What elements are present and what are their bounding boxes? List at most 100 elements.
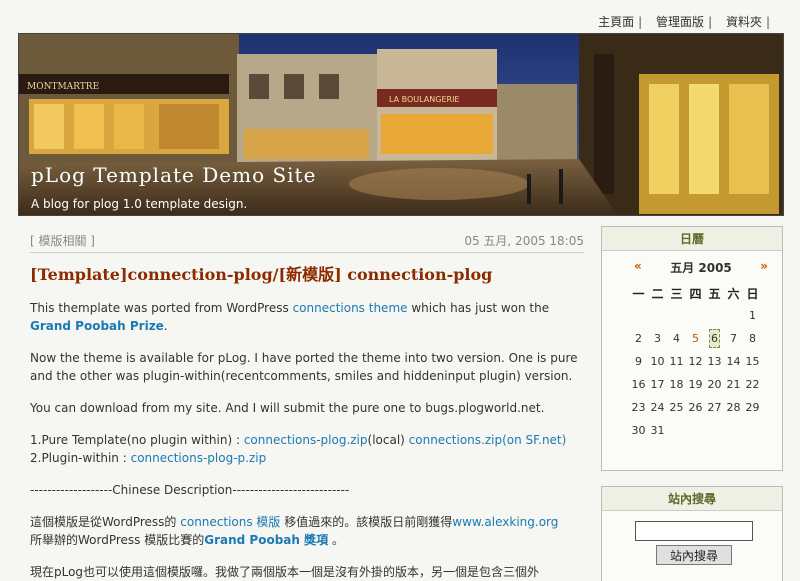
weekday-header: 六 [727,286,740,301]
post-paragraph: 1.Pure Template(no plugin within) : conn… [30,431,584,467]
text: . [163,319,168,333]
calendar-day: 30 [631,424,646,437]
nav-admin-link[interactable]: 管理面版 [656,15,704,29]
calendar-day: 14 [726,355,741,368]
search-widget: 站內搜尋 站內搜尋 [601,486,783,581]
calendar-day[interactable]: 6 [705,327,724,350]
calendar-day: 21 [726,378,741,391]
site-description: A blog for plog 1.0 template design. [31,197,248,211]
alexking-link[interactable]: www.alexking.org [452,515,558,529]
post-title[interactable]: [Template]connection-plog/[新模版] connecti… [30,261,584,285]
calendar-day: 1 [749,309,756,322]
weekday-header: 五 [708,286,721,301]
calendar-day: 18 [669,378,684,391]
text: 1.Pure Template(no plugin within) : [30,433,244,447]
calendar-empty-cell [686,304,705,327]
search-button[interactable]: 站內搜尋 [656,545,732,565]
shop-sign-right: LA BOULANGERIE [389,95,459,104]
post-paragraph: 這個模版是從WordPress的 connections 模版 移值過來的。該模… [30,513,584,549]
calendar-empty-cell [724,304,743,327]
calendar-empty-cell [686,419,705,442]
text: 所舉辦的WordPress 模版比賽的 [30,533,205,547]
calendar-day: 7 [730,332,737,345]
calendar-day: 15 [745,355,760,368]
calendar-week: 23 24 25 26 27 28 29 [629,396,762,419]
calendar-day: 19 [688,378,703,391]
text: 這個模版是從WordPress的 [30,515,181,529]
calendar-day: 12 [688,355,703,368]
calendar-day: 27 [707,401,722,414]
calendar-empty-cell [724,419,743,442]
calendar-day: 4 [673,332,680,345]
header-banner: MONTMARTRE LA BOULANGERIE pLog Template … [18,33,784,216]
post-paragraph: Now the theme is available for pLog. I h… [30,351,578,383]
site-title[interactable]: pLog Template Demo Site [31,163,316,187]
calendar-day: 20 [707,378,722,391]
nav-home-link[interactable]: 主頁面 [598,15,634,29]
text: This themplate was ported from WordPress [30,301,293,315]
top-navigation: 主頁面 | 管理面版 | 資料夾 | [598,13,780,30]
calendar-day: 2 [635,332,642,345]
connections-template-link[interactable]: connections 模版 [180,515,280,529]
calendar-day: 11 [669,355,684,368]
text: (local) [367,433,409,447]
calendar-empty-cell [648,304,667,327]
connections-zip-sf-link[interactable]: connections.zip(on SF.net) [409,433,567,447]
weekday-header: 四 [689,286,702,301]
calendar-day[interactable]: 5 [686,327,705,350]
nav-separator: | [765,15,770,29]
calendar-month-nav: « 五月 2005 » [602,251,782,276]
text: 移值過來的。該模版日前剛獲得 [280,515,453,529]
calendar-day: 8 [749,332,756,345]
connections-theme-link[interactable]: connections theme [293,301,408,315]
nav-separator: | [638,15,643,29]
calendar-empty-cell [667,304,686,327]
prev-month-button[interactable]: « [634,259,642,276]
weekday-header: 三 [670,286,683,301]
banner-photo: MONTMARTRE LA BOULANGERIE [19,34,783,215]
calendar-day: 9 [635,355,642,368]
nav-archives-link[interactable]: 資料夾 [726,15,762,29]
post-paragraph: You can download from my site. And I wil… [30,401,545,415]
calendar-grid: 一二三四五六日 1 2 3 4 5 6 7 8 9 10 11 12 13 14 15 16 17 18 19 20 2… [629,282,762,442]
post-category[interactable]: [ 模版相關 ] [30,232,95,249]
calendar-day: 22 [745,378,760,391]
calendar-empty-cell [629,304,648,327]
weekday-header: 一 [632,286,645,301]
calendar-week: 1 [629,304,762,327]
post-paragraph: 現在pLog也可以使用這個模版囉。我做了兩個版本一個是沒有外掛的版本，另一個是包… [30,565,540,579]
calendar-month: 五月 2005 [670,261,732,275]
calendar-week: 9 10 11 12 13 14 15 [629,350,762,373]
calendar-empty-cell [743,419,762,442]
next-month-button[interactable]: » [760,259,768,276]
connections-plog-p-zip-link[interactable]: connections-plog-p.zip [131,451,267,465]
calendar-week: 16 17 18 19 20 21 22 [629,373,762,396]
calendar-day: 28 [726,401,741,414]
calendar-day: 16 [631,378,646,391]
weekday-header: 日 [746,286,759,301]
text: 2.Plugin-within : [30,451,131,465]
calendar-week: 30 31 [629,419,762,442]
blog-post: [ 模版相關 ] 05 五月, 2005 18:05 [Template]con… [30,232,584,581]
connections-plog-zip-link[interactable]: connections-plog.zip [244,433,368,447]
nav-separator: | [708,15,713,29]
grand-poobah-award-link[interactable]: Grand Poobah 獎項 [204,533,328,547]
calendar-day: 31 [650,424,665,437]
text: 。 [328,533,344,547]
grand-poobah-prize-link[interactable]: Grand Poobah Prize [30,319,164,333]
calendar-day: 29 [745,401,760,414]
today-marker[interactable]: 6 [709,329,720,348]
calendar-day: 13 [707,355,722,368]
calendar-week: 2345678 [629,327,762,350]
search-heading: 站內搜尋 [602,487,782,511]
post-date: 05 五月, 2005 18:05 [464,234,584,248]
calendar-day: 17 [650,378,665,391]
search-input[interactable] [635,521,753,541]
calendar-empty-cell [705,304,724,327]
weekday-header: 二 [651,286,664,301]
calendar-day: 25 [669,401,684,414]
calendar-day: 10 [650,355,665,368]
shop-sign-left: MONTMARTRE [27,82,99,92]
chinese-divider: -------------------Chinese Description--… [30,483,350,497]
text: which has just won the [407,301,550,315]
